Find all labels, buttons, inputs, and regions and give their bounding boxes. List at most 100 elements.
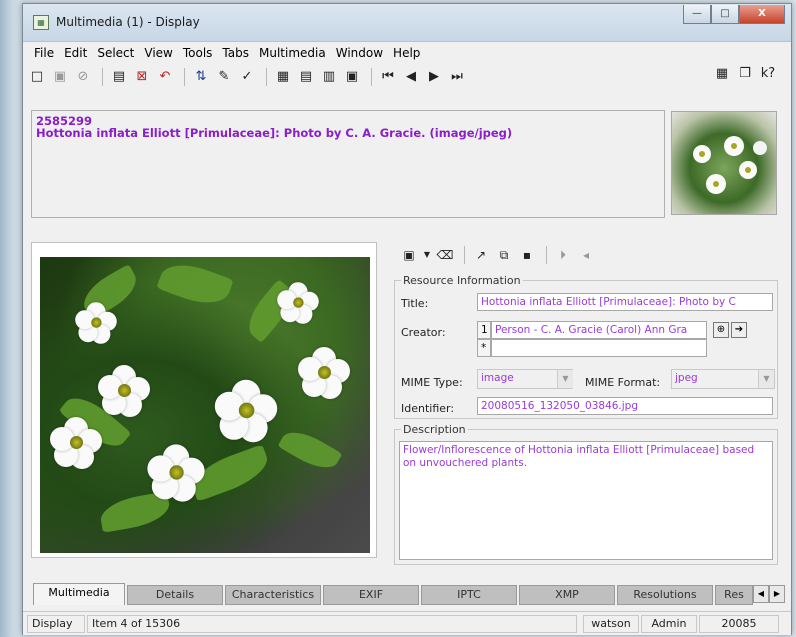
- view-details-icon[interactable]: ▤: [296, 67, 316, 87]
- import-icon[interactable]: ▣: [399, 245, 419, 265]
- menu-select[interactable]: Select: [92, 43, 139, 63]
- menu-edit[interactable]: Edit: [59, 43, 92, 63]
- toolbar-divider: [464, 246, 465, 264]
- main-toolbar: □ ▣ ⊘ ▤ ⊠ ↶ ⇅ ✎ ✓ ▦ ▤ ▥ ▣ ⏮ ◀ ▶ ⏭ ▦ ❐ k?: [27, 64, 787, 90]
- tab-multimedia[interactable]: Multimedia: [33, 583, 125, 605]
- creator-label: Creator:: [401, 326, 446, 339]
- go-to-record-icon[interactable]: ➔: [731, 322, 747, 338]
- volume-icon[interactable]: ◂: [576, 245, 596, 265]
- resource-information-label: Resource Information: [401, 274, 523, 287]
- tab-res[interactable]: Res: [715, 585, 753, 605]
- multimedia-window: ▦ Multimedia (1) - Display — □ X File Ed…: [22, 3, 792, 635]
- toolbar-divider: [371, 68, 372, 86]
- help-icon[interactable]: k?: [758, 64, 778, 84]
- status-count: 20085: [699, 615, 779, 633]
- thumbnail-image[interactable]: [671, 111, 777, 215]
- status-mode: Display: [27, 615, 85, 633]
- title-field[interactable]: Hottonia inflata Elliott [Primulaceae]: …: [477, 293, 773, 311]
- tab-scroll-right-icon[interactable]: ▶: [769, 585, 785, 603]
- menu-view[interactable]: View: [139, 43, 177, 63]
- mime-type-dropdown-icon[interactable]: ▼: [557, 370, 573, 388]
- view-page-icon[interactable]: ▥: [319, 67, 339, 87]
- flower-shape: [98, 365, 150, 417]
- add-creator-button[interactable]: *: [477, 339, 491, 357]
- new-document-icon[interactable]: □: [27, 67, 47, 87]
- toolbar-divider: [184, 68, 185, 86]
- thumbnail-flowers: [693, 136, 767, 194]
- image-viewer[interactable]: [31, 242, 377, 558]
- status-role: Admin: [641, 615, 697, 633]
- dropdown-arrow-icon[interactable]: ▼: [422, 245, 432, 265]
- first-record-icon[interactable]: ⏮: [378, 67, 398, 87]
- mime-type-value: image: [481, 372, 514, 384]
- status-position: Item 4 of 15306: [87, 615, 577, 633]
- creator-field[interactable]: Person - C. A. Gracie (Carol) Ann Gra: [491, 321, 707, 339]
- tab-characteristics[interactable]: Characteristics: [225, 585, 321, 605]
- report-icon[interactable]: ▦: [712, 64, 732, 84]
- description-group: Description Flower/Inflorescence of Hott…: [394, 423, 778, 565]
- mime-format-label: MIME Format:: [585, 376, 661, 389]
- menu-window[interactable]: Window: [331, 43, 388, 63]
- last-record-icon[interactable]: ⏭: [447, 67, 467, 87]
- leaf-shape: [156, 257, 234, 312]
- flower-shape: [50, 417, 102, 469]
- lookup-icon[interactable]: ⊕: [713, 322, 729, 338]
- record-title: Hottonia inflata Elliott [Primulaceae]: …: [36, 126, 513, 140]
- edit-icon[interactable]: ✎: [214, 67, 234, 87]
- minimize-button[interactable]: —: [683, 5, 711, 24]
- menu-bar: File Edit Select View Tools Tabs Multime…: [23, 43, 791, 63]
- erase-icon[interactable]: ⌫: [435, 245, 455, 265]
- menu-multimedia[interactable]: Multimedia: [254, 43, 331, 63]
- view-list-icon[interactable]: ▦: [273, 67, 293, 87]
- close-button[interactable]: X: [739, 5, 785, 24]
- new-record-icon[interactable]: ▤: [109, 67, 129, 87]
- mime-type-label: MIME Type:: [401, 376, 463, 389]
- identifier-field[interactable]: 20080516_132050_03846.jpg: [477, 397, 773, 415]
- flower-shape: [214, 379, 278, 443]
- resource-toolbar: ▣ ▼ ⌫ ↗ ⧉ ▪ ⏵ ◂: [399, 244, 599, 266]
- window-title: Multimedia (1) - Display: [56, 15, 200, 29]
- menu-help[interactable]: Help: [388, 43, 425, 63]
- tab-strip: Multimedia Details Characteristics EXIF …: [31, 583, 791, 605]
- maximize-button[interactable]: □: [711, 5, 739, 24]
- title-bar: ▦ Multimedia (1) - Display — □ X: [23, 4, 791, 42]
- flower-shape: [298, 347, 350, 399]
- tab-resolutions[interactable]: Resolutions: [617, 585, 713, 605]
- tab-scroll-left-icon[interactable]: ◀: [753, 585, 769, 603]
- description-textarea[interactable]: Flower/Inflorescence of Hottonia inflata…: [399, 441, 773, 560]
- mime-format-value: jpeg: [675, 372, 698, 384]
- mime-format-dropdown-icon[interactable]: ▼: [758, 370, 774, 388]
- cancel-icon[interactable]: ⊘: [73, 67, 93, 87]
- menu-file[interactable]: File: [29, 43, 59, 63]
- menu-tabs[interactable]: Tabs: [217, 43, 254, 63]
- tab-exif[interactable]: EXIF: [323, 585, 419, 605]
- toolbar-right-group: ▦ ❐ k?: [712, 64, 781, 84]
- tab-iptc[interactable]: IPTC: [421, 585, 517, 605]
- undo-record-icon[interactable]: ↶: [155, 67, 175, 87]
- record-header-panel: 2585299 Hottonia inflata Elliott [Primul…: [31, 110, 665, 218]
- toolbar-divider: [102, 68, 103, 86]
- tab-details[interactable]: Details: [127, 585, 223, 605]
- delete-record-icon[interactable]: ⊠: [132, 67, 152, 87]
- play-icon[interactable]: ⏵: [553, 245, 573, 265]
- previous-record-icon[interactable]: ◀: [401, 67, 421, 87]
- specimen-photo[interactable]: [40, 257, 370, 553]
- menu-tools[interactable]: Tools: [178, 43, 218, 63]
- view-form-icon[interactable]: ▣: [342, 67, 362, 87]
- next-record-icon[interactable]: ▶: [424, 67, 444, 87]
- open-external-icon[interactable]: ↗: [471, 245, 491, 265]
- flower-shape: [147, 444, 205, 502]
- spell-check-icon[interactable]: ✓: [237, 67, 257, 87]
- sort-icon[interactable]: ⇅: [191, 67, 211, 87]
- tab-xmp[interactable]: XMP: [519, 585, 615, 605]
- resource-information-group: Resource Information Title: Hottonia inf…: [394, 274, 778, 419]
- app-icon: ▦: [33, 15, 49, 30]
- description-label: Description: [401, 423, 468, 436]
- copy-icon[interactable]: ❐: [735, 64, 755, 84]
- save-icon[interactable]: ▣: [50, 67, 70, 87]
- title-label: Title:: [401, 297, 429, 310]
- save-file-icon[interactable]: ▪: [517, 245, 537, 265]
- creator-blank-row[interactable]: [491, 339, 707, 357]
- identifier-label: Identifier:: [401, 402, 455, 415]
- properties-icon[interactable]: ⧉: [494, 245, 514, 265]
